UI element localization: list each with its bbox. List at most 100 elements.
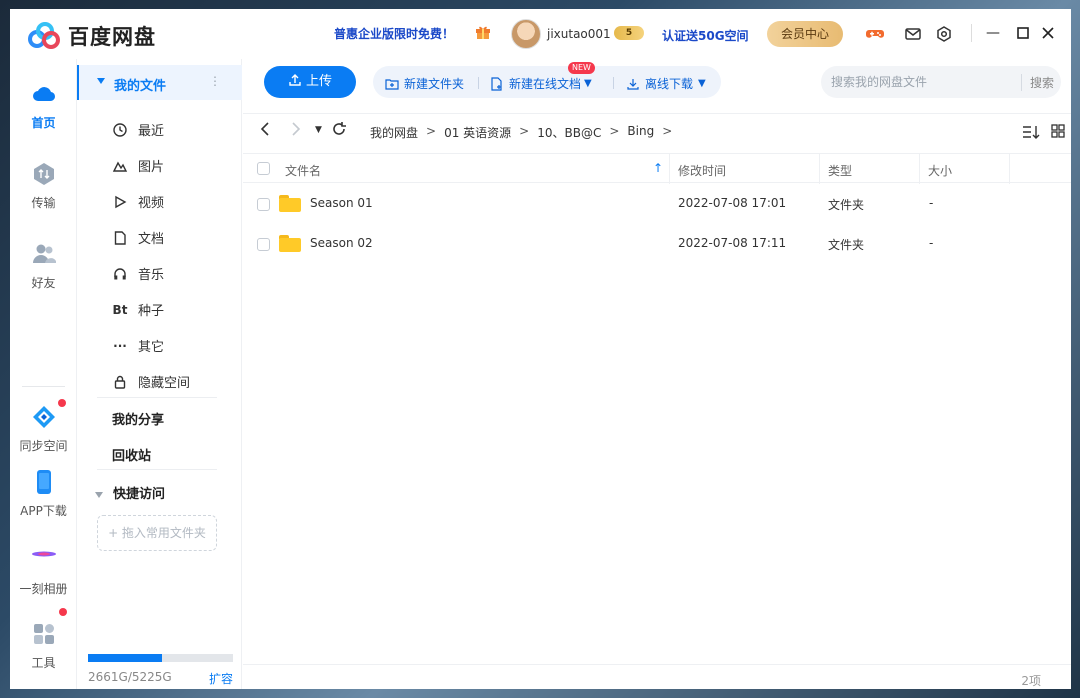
quick-access-label: 快捷访问 bbox=[113, 487, 166, 502]
vip-level-badge: 5 bbox=[614, 26, 644, 40]
file-size: - bbox=[929, 196, 934, 210]
column-name-header[interactable]: 文件名 bbox=[285, 162, 321, 179]
document-icon bbox=[114, 230, 126, 245]
transfer-icon bbox=[33, 163, 54, 185]
gift-icon[interactable] bbox=[475, 24, 491, 40]
download-icon bbox=[627, 78, 639, 90]
sidebar-item-video[interactable]: 视频 bbox=[112, 192, 164, 211]
close-icon[interactable] bbox=[1038, 23, 1058, 43]
breadcrumb: 我的网盘 > 01 英语资源 > 10、BB@C > Bing > bbox=[370, 124, 680, 141]
new-folder-button[interactable]: 新建文件夹 bbox=[385, 75, 464, 92]
breadcrumb-item[interactable]: 01 英语资源 bbox=[444, 124, 511, 141]
table-row[interactable]: Season 02 2022-07-08 17:11 文件夹 - bbox=[243, 224, 1071, 264]
new-online-doc-button[interactable]: 新建在线文档 ▼ bbox=[490, 75, 592, 92]
table-header: 文件名 ↑ 修改时间 类型 大小 bbox=[243, 153, 1071, 184]
forward-icon[interactable] bbox=[288, 121, 302, 137]
breadcrumb-separator: > bbox=[662, 124, 673, 138]
sort-ascending-icon[interactable]: ↑ bbox=[653, 161, 663, 175]
gamepad-icon[interactable] bbox=[866, 25, 884, 43]
collapse-triangle-icon[interactable] bbox=[95, 491, 103, 498]
sidebar-my-share[interactable]: 我的分享 bbox=[112, 409, 164, 428]
left-nav: 首页 传输 好友 同步空间 APP下载 一刻相册 工具 bbox=[10, 59, 77, 689]
sidebar-item-torrent[interactable]: Bt 种子 bbox=[112, 300, 164, 320]
chevron-down-icon[interactable]: ▼ bbox=[698, 78, 706, 89]
nav-sync[interactable]: 同步空间 bbox=[10, 404, 77, 454]
row-checkbox[interactable] bbox=[257, 198, 270, 211]
nav-transfer[interactable]: 传输 bbox=[10, 161, 77, 211]
breadcrumb-item[interactable]: Bing bbox=[627, 124, 654, 141]
breadcrumb-item[interactable]: 我的网盘 bbox=[370, 124, 418, 141]
more-options-icon[interactable]: ⋮ bbox=[209, 74, 221, 88]
file-modified: 2022-07-08 17:01 bbox=[678, 196, 787, 210]
title-divider bbox=[971, 24, 972, 42]
folder-icon bbox=[279, 195, 301, 212]
column-divider[interactable] bbox=[819, 154, 820, 184]
column-type-header[interactable]: 类型 bbox=[828, 162, 852, 179]
sidebar-quick-access[interactable]: 快捷访问 bbox=[95, 483, 165, 502]
enterprise-promo-link[interactable]: 普惠企业版限时免费！ bbox=[334, 25, 454, 42]
app-window: 百度网盘 普惠企业版限时免费！ jixutao001 5 认证送50G空间 会员… bbox=[10, 9, 1071, 689]
sidebar-divider bbox=[97, 469, 217, 470]
action-divider bbox=[613, 77, 614, 89]
username[interactable]: jixutao001 bbox=[547, 27, 611, 41]
storage-quota-bar bbox=[88, 654, 233, 662]
sidebar-item-label: 音乐 bbox=[138, 268, 165, 283]
sidebar-item-hidden-space[interactable]: 隐藏空间 bbox=[112, 372, 190, 391]
file-name[interactable]: Season 01 bbox=[310, 196, 373, 210]
refresh-icon[interactable] bbox=[331, 121, 347, 137]
chevron-down-icon[interactable]: ▼ bbox=[584, 78, 592, 89]
breadcrumb-item[interactable]: 10、BB@C bbox=[537, 124, 601, 141]
toolbar-divider bbox=[243, 113, 1071, 114]
column-divider[interactable] bbox=[1009, 154, 1010, 184]
nav-tools[interactable]: 工具 bbox=[10, 621, 77, 671]
expand-storage-link[interactable]: 扩容 bbox=[209, 670, 233, 687]
sidebar-item-pictures[interactable]: 图片 bbox=[112, 156, 164, 175]
offline-download-label: 离线下载 bbox=[645, 77, 694, 91]
title-bar: 百度网盘 普惠企业版限时免费！ jixutao001 5 认证送50G空间 会员… bbox=[10, 9, 1071, 59]
row-checkbox[interactable] bbox=[257, 238, 270, 251]
sort-icon[interactable] bbox=[1022, 124, 1040, 140]
sidebar-my-files[interactable]: 我的文件 ⋮ bbox=[77, 65, 242, 100]
column-size-header[interactable]: 大小 bbox=[928, 162, 952, 179]
offline-download-button[interactable]: 离线下载 ▼ bbox=[626, 75, 706, 92]
sidebar-item-other[interactable]: ··· 其它 bbox=[112, 336, 164, 356]
column-modified-header[interactable]: 修改时间 bbox=[678, 162, 726, 179]
select-all-checkbox[interactable] bbox=[257, 162, 270, 175]
nav-home[interactable]: 首页 bbox=[10, 81, 77, 131]
nav-app-download[interactable]: APP下载 bbox=[10, 469, 77, 519]
sidebar-item-documents[interactable]: 文档 bbox=[112, 228, 164, 247]
drag-folder-dropzone[interactable]: + 拖入常用文件夹 bbox=[97, 515, 217, 551]
collapse-triangle-icon[interactable] bbox=[97, 78, 105, 84]
app-title: 百度网盘 bbox=[68, 25, 156, 49]
vip-center-button[interactable]: 会员中心 bbox=[767, 21, 843, 47]
history-dropdown-icon[interactable]: ▼ bbox=[315, 125, 322, 135]
new-online-doc-label: 新建在线文档 bbox=[509, 77, 582, 91]
search-input[interactable] bbox=[831, 73, 1011, 91]
settings-icon[interactable] bbox=[935, 25, 953, 43]
search-button[interactable]: 搜索 bbox=[1021, 74, 1054, 91]
maximize-icon[interactable] bbox=[1013, 23, 1033, 43]
column-divider[interactable] bbox=[669, 154, 670, 184]
nav-friends[interactable]: 好友 bbox=[10, 241, 77, 291]
mail-icon[interactable] bbox=[904, 25, 922, 43]
new-folder-icon bbox=[385, 78, 399, 90]
back-icon[interactable] bbox=[259, 121, 273, 137]
nav-album[interactable]: 一刻相册 bbox=[10, 541, 77, 597]
minimize-icon[interactable]: — bbox=[983, 23, 1003, 43]
avatar[interactable] bbox=[511, 19, 541, 49]
baidu-netdisk-logo-icon bbox=[28, 22, 62, 50]
storage-quota-text: 2661G/5225G bbox=[88, 670, 172, 684]
sidebar-item-music[interactable]: 音乐 bbox=[112, 264, 164, 283]
headphones-icon bbox=[114, 267, 126, 279]
table-row[interactable]: Season 01 2022-07-08 17:01 文件夹 - bbox=[243, 184, 1071, 224]
sidebar-recycle-bin[interactable]: 回收站 bbox=[112, 445, 151, 464]
upload-button[interactable]: 上传 bbox=[264, 66, 356, 98]
verify-link[interactable]: 认证送50G空间 bbox=[662, 27, 749, 44]
column-divider[interactable] bbox=[919, 154, 920, 184]
sidebar-item-recent[interactable]: 最近 bbox=[112, 120, 164, 139]
file-name[interactable]: Season 02 bbox=[310, 236, 373, 250]
sync-red-dot bbox=[58, 399, 66, 407]
cloud-icon bbox=[32, 87, 55, 102]
nav-transfer-label: 传输 bbox=[31, 196, 56, 210]
grid-view-icon[interactable] bbox=[1051, 124, 1065, 138]
